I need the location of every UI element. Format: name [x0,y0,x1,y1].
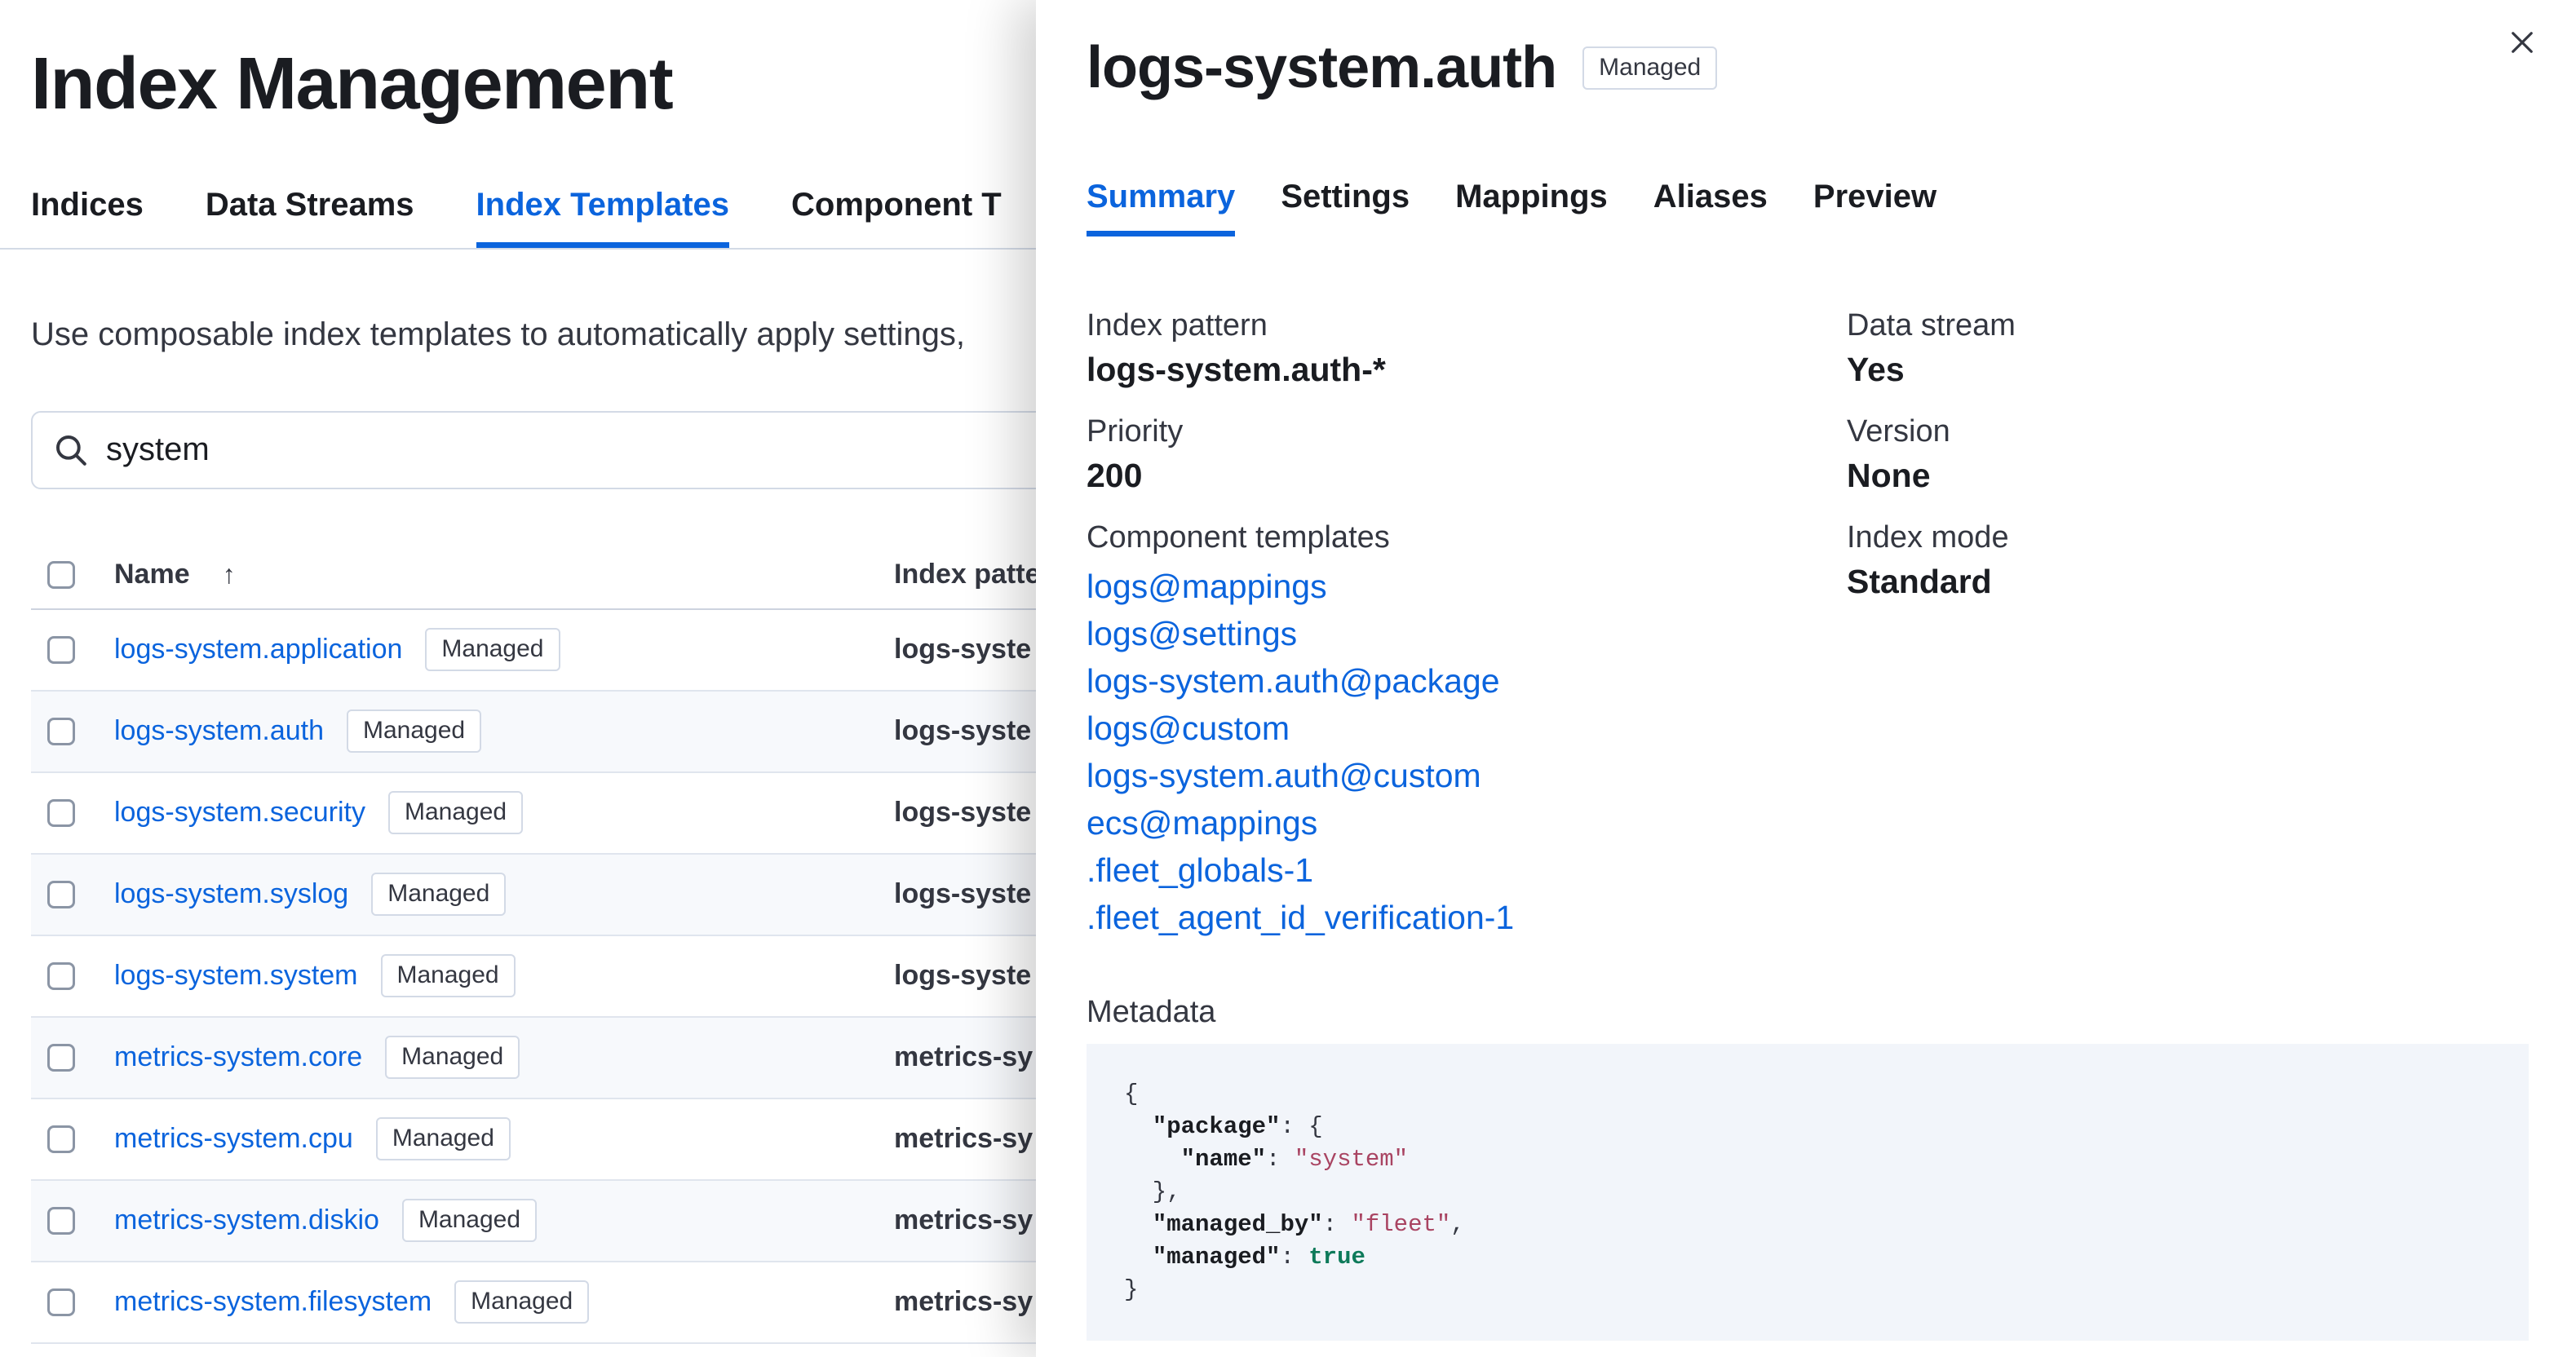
managed-badge: Managed [347,709,482,753]
row-checkbox[interactable] [47,717,75,745]
summary-left-column: Index pattern logs-system.auth-* Priority 2… [1087,307,1847,964]
search-icon [54,433,88,467]
index-pattern-cell: metrics-sy [894,1041,1033,1072]
managed-badge: Managed [1582,46,1718,90]
managed-badge: Managed [454,1280,590,1324]
component-template-link[interactable]: logs@custom [1087,705,1847,752]
managed-badge: Managed [380,954,516,997]
metadata-section: Metadata { "package": { "name": "system"… [1087,993,2529,1342]
tab-mappings[interactable]: Mappings [1455,179,1608,236]
component-template-links: logs@mappings logs@settings logs-system.au… [1087,563,1847,941]
row-checkbox[interactable] [47,1206,75,1235]
column-header-name[interactable]: Name ↑ [109,559,894,590]
tab-settings[interactable]: Settings [1281,179,1410,236]
component-template-link[interactable]: logs-system.auth@package [1087,657,1847,705]
component-template-link[interactable]: .fleet_globals-1 [1087,846,1847,894]
summary-item: Data stream Yes [1847,308,2016,389]
select-all-checkbox[interactable] [47,560,75,589]
tab-component-t[interactable]: Component T [791,187,1002,248]
template-details-flyout: logs-system.auth Managed Summary Settings… [1036,0,2576,1357]
summary-item: Priority 200 [1087,414,1184,495]
summary-item: Index mode Standard [1847,520,2009,601]
row-checkbox[interactable] [47,1125,75,1153]
row-checkbox[interactable] [47,798,75,827]
template-name-link[interactable]: metrics-system.diskio [114,1205,379,1236]
template-name-link[interactable]: logs-system.security [114,797,365,829]
component-template-link[interactable]: .fleet_agent_id_verification-1 [1087,894,1847,941]
template-name-link[interactable]: logs-system.auth [114,715,324,747]
component-template-link[interactable]: logs-system.auth@custom [1087,752,1847,799]
metadata-code-block: { "package": { "name": "system" }, "mana… [1087,1044,2529,1342]
managed-badge: Managed [371,873,507,916]
select-all-cell [31,560,109,589]
managed-badge: Managed [401,1199,538,1242]
summary-item: Index pattern logs-system.auth-* [1087,308,1386,389]
summary-panel: Index pattern logs-system.auth-* Priority 2… [1087,307,2529,964]
summary-item: Version None [1847,414,1950,495]
template-name-link[interactable]: metrics-system.core [114,1041,362,1073]
tab-index-templates[interactable]: Index Templates [476,187,729,248]
tab-preview[interactable]: Preview [1813,179,1936,236]
tab-data-streams[interactable]: Data Streams [206,187,414,248]
summary-left-items: Index pattern logs-system.auth-* Priority 2… [1087,307,1847,496]
index-pattern-cell: logs-syste [894,960,1032,991]
index-pattern-cell: metrics-sy [894,1286,1033,1317]
component-templates-label: Component templates [1087,520,1390,555]
index-pattern-cell: logs-syste [894,878,1032,909]
index-pattern-cell: logs-syste [894,715,1032,746]
sort-ascending-arrow-icon: ↑ [222,559,236,589]
managed-badge: Managed [385,1036,520,1079]
metadata-label: Metadata [1087,995,1216,1030]
component-template-link[interactable]: ecs@mappings [1087,799,1847,846]
tab-summary[interactable]: Summary [1087,179,1235,236]
tab-aliases[interactable]: Aliases [1653,179,1768,236]
flyout-header: logs-system.auth Managed [1087,35,2529,100]
template-name-link[interactable]: logs-system.application [114,634,402,665]
component-templates-section: Component templates logs@mappings logs@se… [1087,519,1847,941]
template-name-link[interactable]: metrics-system.filesystem [114,1286,432,1318]
template-name-link[interactable]: logs-system.syslog [114,878,348,910]
managed-badge: Managed [375,1117,511,1160]
template-name-link[interactable]: logs-system.system [114,960,358,992]
index-pattern-cell: metrics-sy [894,1123,1033,1154]
index-pattern-cell: metrics-sy [894,1205,1033,1235]
row-checkbox[interactable] [47,880,75,908]
row-checkbox[interactable] [47,1288,75,1316]
row-checkbox[interactable] [47,1043,75,1072]
flyout-tabs: Summary Settings Mappings Aliases Preview [1087,179,2529,236]
column-header-index-patterns[interactable]: Index patter [894,559,1051,590]
flyout-title: logs-system.auth [1087,35,1557,100]
index-pattern-cell: logs-syste [894,634,1032,665]
row-checkbox[interactable] [47,961,75,990]
summary-right-column: Data stream Yes Version None Index mode Stand… [1847,307,2529,625]
managed-badge: Managed [425,628,560,671]
managed-badge: Managed [387,791,524,834]
column-header-name-label: Name [114,559,190,590]
tab-indices[interactable]: Indices [31,187,144,248]
index-pattern-cell: logs-syste [894,797,1032,828]
component-template-link[interactable]: logs@settings [1087,610,1847,657]
row-checkbox[interactable] [47,635,75,664]
close-icon[interactable] [2499,20,2545,65]
component-template-link[interactable]: logs@mappings [1087,563,1847,610]
template-name-link[interactable]: metrics-system.cpu [114,1123,353,1155]
